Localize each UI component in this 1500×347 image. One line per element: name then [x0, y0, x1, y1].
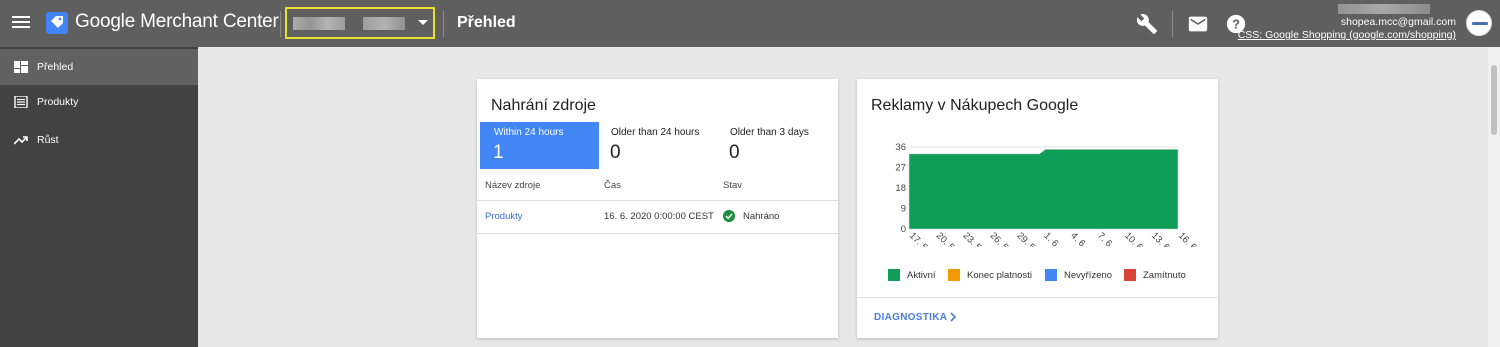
trending-up-icon	[14, 136, 28, 145]
avatar[interactable]	[1466, 10, 1492, 36]
column-header-status[interactable]: Stav	[723, 180, 742, 191]
legend-swatch	[888, 269, 900, 281]
card-title: Nahrání zdroje	[491, 97, 596, 114]
sidebar-item-rust[interactable]: Růst	[0, 122, 198, 158]
sidebar-item-label: Přehled	[37, 61, 74, 73]
stat-label: Older than 3 days	[730, 127, 809, 138]
card-title: Reklamy v Nákupech Google	[871, 97, 1079, 114]
legend-label: Zamítnuto	[1143, 270, 1186, 281]
page-title: Přehled	[457, 14, 516, 31]
y-tick-label: 0	[901, 224, 906, 235]
y-tick-label: 9	[901, 204, 906, 215]
redacted-user-name	[1338, 4, 1430, 14]
sidebar-item-produkty[interactable]: Produkty	[0, 84, 198, 120]
stat-value: 1	[493, 142, 504, 163]
divider	[1172, 11, 1173, 37]
column-header-name[interactable]: Název zdroje	[485, 180, 540, 191]
legend-swatch	[948, 269, 960, 281]
tab-within-24-hours[interactable]: Within 24 hours 1	[480, 122, 599, 169]
area-series-aktivn-	[908, 148, 1179, 230]
hamburger-menu-icon[interactable]	[12, 13, 30, 33]
redacted-account-id	[363, 17, 405, 30]
products-area-chart: 0 9 18 27 36 17. 5 20. 5 23. 5 26. 5 29. 5 1. 6 4. …	[895, 142, 1199, 247]
x-tick-label: 16. 6	[1176, 230, 1199, 247]
stat-value: 0	[729, 142, 740, 163]
divider	[477, 233, 838, 234]
chevron-right-icon[interactable]	[947, 310, 959, 324]
list-icon	[14, 96, 28, 108]
legend-swatch	[1124, 269, 1136, 281]
divider	[477, 200, 838, 201]
vertical-scrollbar[interactable]	[1488, 47, 1500, 347]
x-tick-label: 4. 6	[1068, 230, 1087, 247]
stat-label: Within 24 hours	[494, 127, 564, 138]
sidebar-item-label: Produkty	[37, 96, 79, 108]
merchant-center-logo-icon	[46, 12, 68, 34]
y-tick-label: 27	[895, 163, 906, 174]
legend-label: Konec platnosti	[967, 270, 1032, 281]
y-tick-label: 18	[895, 183, 906, 194]
x-tick-label: 20. 5	[934, 230, 957, 247]
feed-time: 16. 6. 2020 0:00:00 CEST	[604, 211, 714, 222]
account-selector[interactable]	[285, 7, 435, 39]
x-tick-label: 17. 5	[907, 230, 930, 247]
tab-older-than-24-hours[interactable]: Older than 24 hours 0	[597, 122, 716, 169]
sidebar-item-prehled[interactable]: Přehled	[0, 49, 198, 85]
diagnostics-link[interactable]: DIAGNOSTIKA	[874, 312, 947, 323]
stat-value: 0	[610, 142, 621, 163]
divider	[857, 297, 1218, 298]
top-app-bar: Google Merchant Center Přehled ? shopea.…	[0, 0, 1500, 47]
redacted-account-name	[293, 17, 345, 30]
y-tick-label: 36	[895, 142, 906, 153]
dashboard-icon	[14, 61, 28, 73]
css-provider-link[interactable]: CSS: Google Shopping (google.com/shoppin…	[1238, 29, 1456, 41]
x-tick-label: 29. 5	[1014, 230, 1037, 247]
x-tick-label: 23. 5	[961, 230, 984, 247]
x-tick-label: 1. 6	[1041, 230, 1060, 247]
stat-label: Older than 24 hours	[611, 127, 700, 138]
tab-older-than-3-days[interactable]: Older than 3 days 0	[716, 122, 835, 169]
legend-swatch	[1045, 269, 1057, 281]
x-tick-label: 7. 6	[1095, 230, 1114, 247]
account-email: shopea.mcc@gmail.com	[1340, 16, 1456, 28]
x-tick-label: 10. 6	[1122, 230, 1145, 247]
x-tick-label: 13. 6	[1149, 230, 1172, 247]
x-tick-label: 26. 5	[988, 230, 1011, 247]
avatar-logo	[1472, 22, 1488, 25]
feed-name-link[interactable]: Produkty	[485, 211, 523, 222]
app-title[interactable]: Google Merchant Center	[75, 11, 279, 33]
wrench-icon[interactable]	[1136, 13, 1158, 35]
scrollbar-thumb[interactable]	[1491, 65, 1497, 135]
divider	[280, 11, 281, 37]
dropdown-arrow-icon	[418, 20, 428, 25]
feed-status: Nahráno	[743, 211, 780, 222]
legend-label: Nevyřízeno	[1064, 270, 1113, 281]
sidebar: Přehled Produkty Růst	[0, 47, 198, 347]
divider	[443, 11, 444, 37]
check-circle-icon	[723, 210, 735, 222]
feed-upload-card: Nahrání zdroje Within 24 hours 1 Older t…	[477, 79, 838, 338]
column-header-time[interactable]: Čas	[604, 180, 621, 191]
sidebar-item-label: Růst	[37, 134, 59, 146]
mail-icon[interactable]	[1187, 13, 1209, 35]
shopping-ads-card: Reklamy v Nákupech Google 0 9 18 27 36 17. 52…	[857, 79, 1218, 338]
legend-label: Aktivní	[907, 270, 936, 281]
